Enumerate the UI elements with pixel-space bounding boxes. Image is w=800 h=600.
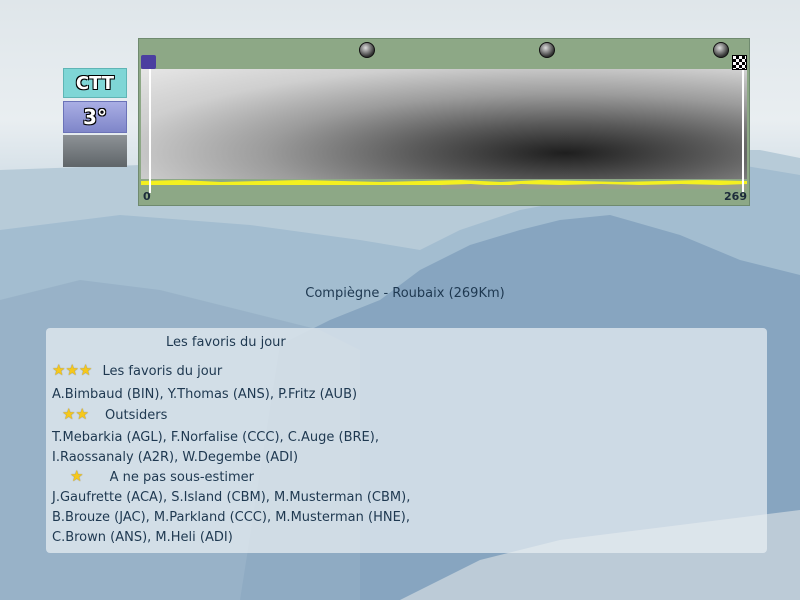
start-line bbox=[149, 63, 151, 193]
start-flag-icon bbox=[141, 55, 156, 69]
cobble-sector-icon[interactable] bbox=[713, 42, 729, 58]
finish-line bbox=[742, 63, 744, 193]
race-category-badge: 3° bbox=[63, 101, 127, 133]
section-outsiders: ★★ Outsiders bbox=[62, 405, 168, 424]
star-rating-icon: ★★ bbox=[62, 405, 89, 423]
cobble-sector-icon[interactable] bbox=[359, 42, 375, 58]
rider-list-line: A.Bimbaud (BIN), Y.Thomas (ANS), P.Fritz… bbox=[52, 387, 358, 402]
profile-start-km: 0 bbox=[143, 190, 151, 203]
race-title: Compiègne - Roubaix (269Km) bbox=[305, 286, 505, 301]
race-type-badge: CTT bbox=[63, 68, 127, 98]
section-title: A ne pas sous-estimer bbox=[109, 470, 255, 485]
rider-list-line: C.Brown (ANS), M.Heli (ADI) bbox=[52, 530, 233, 545]
section-favorites: ★★★ Les favoris du jour bbox=[52, 361, 223, 380]
cloudy-sky-icon bbox=[63, 135, 127, 167]
rider-list-line: J.Gaufrette (ACA), S.Island (CBM), M.Mus… bbox=[52, 490, 411, 505]
favorites-panel: Les favoris du jour ★★★ Les favoris du j… bbox=[46, 328, 767, 553]
profile-sky bbox=[141, 69, 747, 189]
favorites-header: Les favoris du jour bbox=[166, 335, 286, 350]
rider-list-line: B.Brouze (JAC), M.Parkland (CCC), M.Must… bbox=[52, 510, 410, 525]
star-rating-icon: ★ bbox=[70, 467, 84, 485]
profile-end-km: 269 bbox=[724, 190, 747, 203]
stage-profile: 0 269 bbox=[138, 38, 750, 206]
section-title: Les favoris du jour bbox=[102, 364, 223, 379]
rider-list-line: T.Mebarkia (AGL), F.Norfalise (CCC), C.A… bbox=[52, 430, 379, 445]
checkered-flag-icon bbox=[732, 55, 747, 70]
star-rating-icon: ★★★ bbox=[52, 361, 93, 379]
rider-list-line: I.Raossanaly (A2R), W.Degembe (ADI) bbox=[52, 450, 299, 465]
section-underrated: ★ A ne pas sous-estimer bbox=[70, 467, 255, 486]
profile-terrain bbox=[141, 179, 747, 189]
section-title: Outsiders bbox=[105, 408, 168, 423]
cobble-sector-icon[interactable] bbox=[539, 42, 555, 58]
